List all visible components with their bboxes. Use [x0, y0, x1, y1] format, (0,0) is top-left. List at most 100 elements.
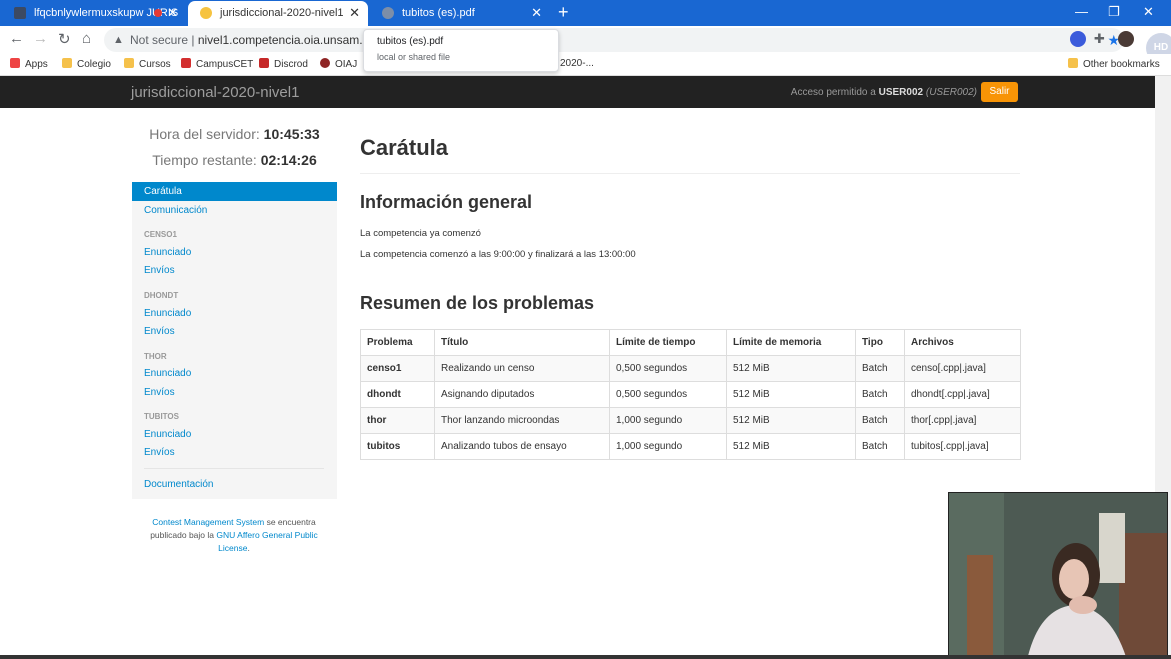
sidebar-item-censo1-statement[interactable]: Enunciado [132, 243, 337, 262]
minimize-button[interactable]: — [1075, 0, 1088, 24]
contest-started-text: La competencia ya comenzó [360, 228, 481, 239]
oiaj-icon [320, 58, 330, 68]
tab-title: jurisdiccional-2020-nivel1 [220, 7, 344, 19]
forward-arrow-icon[interactable]: → [33, 30, 48, 47]
puzzle-icon[interactable]: ✚ [1094, 31, 1105, 47]
folder-icon [1068, 58, 1078, 68]
browser-tab-juris[interactable]: lfqcbnlywlermuxskupw JURIS ✕ [2, 1, 186, 26]
col-archivos: Archivos [904, 329, 1021, 356]
globe-icon [382, 7, 394, 19]
bookmark-oiaj[interactable]: OIAJ [320, 58, 357, 70]
contest-schedule-text: La competencia comenzó a las 9:00:00 y f… [360, 249, 636, 260]
page-title: Carátula [360, 135, 449, 160]
home-icon[interactable]: ⌂ [82, 30, 91, 47]
site-favicon-icon [14, 7, 26, 19]
folder-icon [124, 58, 134, 68]
bookmark-discrod[interactable]: Discrod [259, 58, 308, 70]
browser-tab-pdf[interactable]: tubitos (es).pdf ✕ [370, 1, 550, 26]
task-header-censo1: CENSO1 [144, 230, 177, 239]
cell-tipo: Batch [855, 355, 905, 382]
bookmark-colegio[interactable]: Colegio [62, 58, 111, 70]
cell-tiempo: 0,500 segundos [609, 381, 727, 408]
col-tipo: Tipo [855, 329, 905, 356]
col-limite-tiempo: Límite de tiempo [609, 329, 727, 356]
bookmarks-bar: Apps Colegio Cursos CampusCET Discrod OI… [0, 54, 1171, 76]
cell-archivos: censo[.cpp|.java] [904, 355, 1021, 382]
bookmark-cursos[interactable]: Cursos [124, 58, 171, 70]
sidebar-item-tubitos-submissions[interactable]: Envíos [132, 443, 337, 462]
sidebar-divider [144, 468, 324, 469]
close-window-button[interactable]: ✕ [1143, 0, 1154, 24]
webcam-overlay [948, 492, 1168, 659]
sidebar-item-censo1-submissions[interactable]: Envíos [132, 261, 337, 280]
table-row: thor Thor lanzando microondas 1,000 segu… [360, 407, 1021, 434]
cell-tiempo: 1,000 segundo [609, 407, 727, 434]
sidebar-item-comunicacion[interactable]: Comunicación [132, 201, 337, 220]
task-header-dhondt: DHONDT [144, 291, 179, 300]
sidebar-item-documentacion[interactable]: Documentación [132, 475, 337, 494]
col-problema: Problema [360, 329, 435, 356]
cell-memoria: 512 MiB [726, 433, 856, 460]
cell-problema: tubitos [360, 433, 435, 460]
cell-titulo: Asignando diputados [434, 381, 610, 408]
table-header-row: Problema Título Límite de tiempo Límite … [360, 329, 1021, 356]
bookmark-favicon-icon [259, 58, 269, 68]
bookmark-partial[interactable]: 2020-... [560, 58, 594, 69]
tooltip-subtitle: local or shared file [377, 52, 451, 62]
new-tab-button[interactable]: + [558, 0, 569, 25]
remaining-time: Tiempo restante: 02:14:26 [152, 152, 317, 168]
cell-tipo: Batch [855, 433, 905, 460]
access-info: Acceso permitido a USER002 (USER002) [790, 87, 977, 98]
cell-tipo: Batch [855, 381, 905, 408]
summary-heading: Resumen de los problemas [360, 293, 595, 313]
back-arrow-icon[interactable]: ← [9, 30, 24, 47]
title-divider [360, 173, 1020, 174]
tab-tooltip: tubitos (es).pdf local or shared file [363, 29, 559, 72]
cell-memoria: 512 MiB [726, 381, 856, 408]
server-time: Hora del servidor: 10:45:33 [149, 126, 320, 142]
cell-tiempo: 0,500 segundos [609, 355, 727, 382]
cell-memoria: 512 MiB [726, 355, 856, 382]
close-tab-icon[interactable]: ✕ [531, 1, 542, 25]
license-link[interactable]: GNU Affero General Public License [216, 530, 317, 553]
table-row: censo1 Realizando un censo 0,500 segundo… [360, 355, 1021, 382]
cms-link[interactable]: Contest Management System [152, 517, 264, 527]
general-info-heading: Información general [360, 192, 533, 212]
col-titulo: Título [434, 329, 610, 356]
address-bar[interactable]: ▲ Not secure | nivel1.competencia.oia.un… [104, 28, 1124, 52]
cell-archivos: dhondt[.cpp|.java] [904, 381, 1021, 408]
browser-tab-contest[interactable]: jurisdiccional-2020-nivel1 ✕ [188, 1, 368, 26]
task-header-tubitos: TUBITOS [144, 412, 179, 421]
cell-problema: censo1 [360, 355, 435, 382]
sidebar-item-dhondt-statement[interactable]: Enunciado [132, 304, 337, 323]
browser-toolbar: ← → ↻ ⌂ ▲ Not secure | nivel1.competenci… [0, 26, 1171, 54]
sidebar-item-caratula[interactable]: Carátula [132, 182, 337, 201]
contest-brand[interactable]: jurisdiccional-2020-nivel1 [131, 84, 299, 101]
cell-titulo: Analizando tubos de ensayo [434, 433, 610, 460]
task-header-thor: THOR [144, 352, 167, 361]
close-tab-icon[interactable]: ✕ [349, 1, 360, 25]
maximize-button[interactable]: ❐ [1108, 0, 1120, 24]
sidebar-item-thor-statement[interactable]: Enunciado [132, 364, 337, 383]
bookmark-other[interactable]: Other bookmarks [1068, 58, 1160, 70]
extension-icon[interactable] [1070, 31, 1086, 47]
sidebar-item-tubitos-statement[interactable]: Enunciado [132, 425, 337, 444]
bookmark-campuscet[interactable]: CampusCET [181, 58, 253, 70]
table-row: dhondt Asignando diputados 0,500 segundo… [360, 381, 1021, 408]
close-tab-icon[interactable]: ✕ [167, 1, 178, 25]
warning-icon: ▲ [113, 34, 124, 46]
folder-icon [62, 58, 72, 68]
bookmark-apps[interactable]: Apps [10, 58, 48, 70]
apps-grid-icon [10, 58, 20, 68]
sidebar-item-thor-submissions[interactable]: Envíos [132, 383, 337, 402]
cell-problema: dhondt [360, 381, 435, 408]
avatar[interactable] [1118, 31, 1134, 47]
logout-button[interactable]: Salir [981, 82, 1018, 102]
cell-titulo: Realizando un censo [434, 355, 610, 382]
table-row: tubitos Analizando tubos de ensayo 1,000… [360, 433, 1021, 460]
reload-icon[interactable]: ↻ [58, 30, 71, 48]
webcam-feed-icon [949, 493, 1167, 658]
sidebar-item-dhondt-submissions[interactable]: Envíos [132, 322, 337, 341]
recording-icon [154, 9, 162, 17]
cell-problema: thor [360, 407, 435, 434]
